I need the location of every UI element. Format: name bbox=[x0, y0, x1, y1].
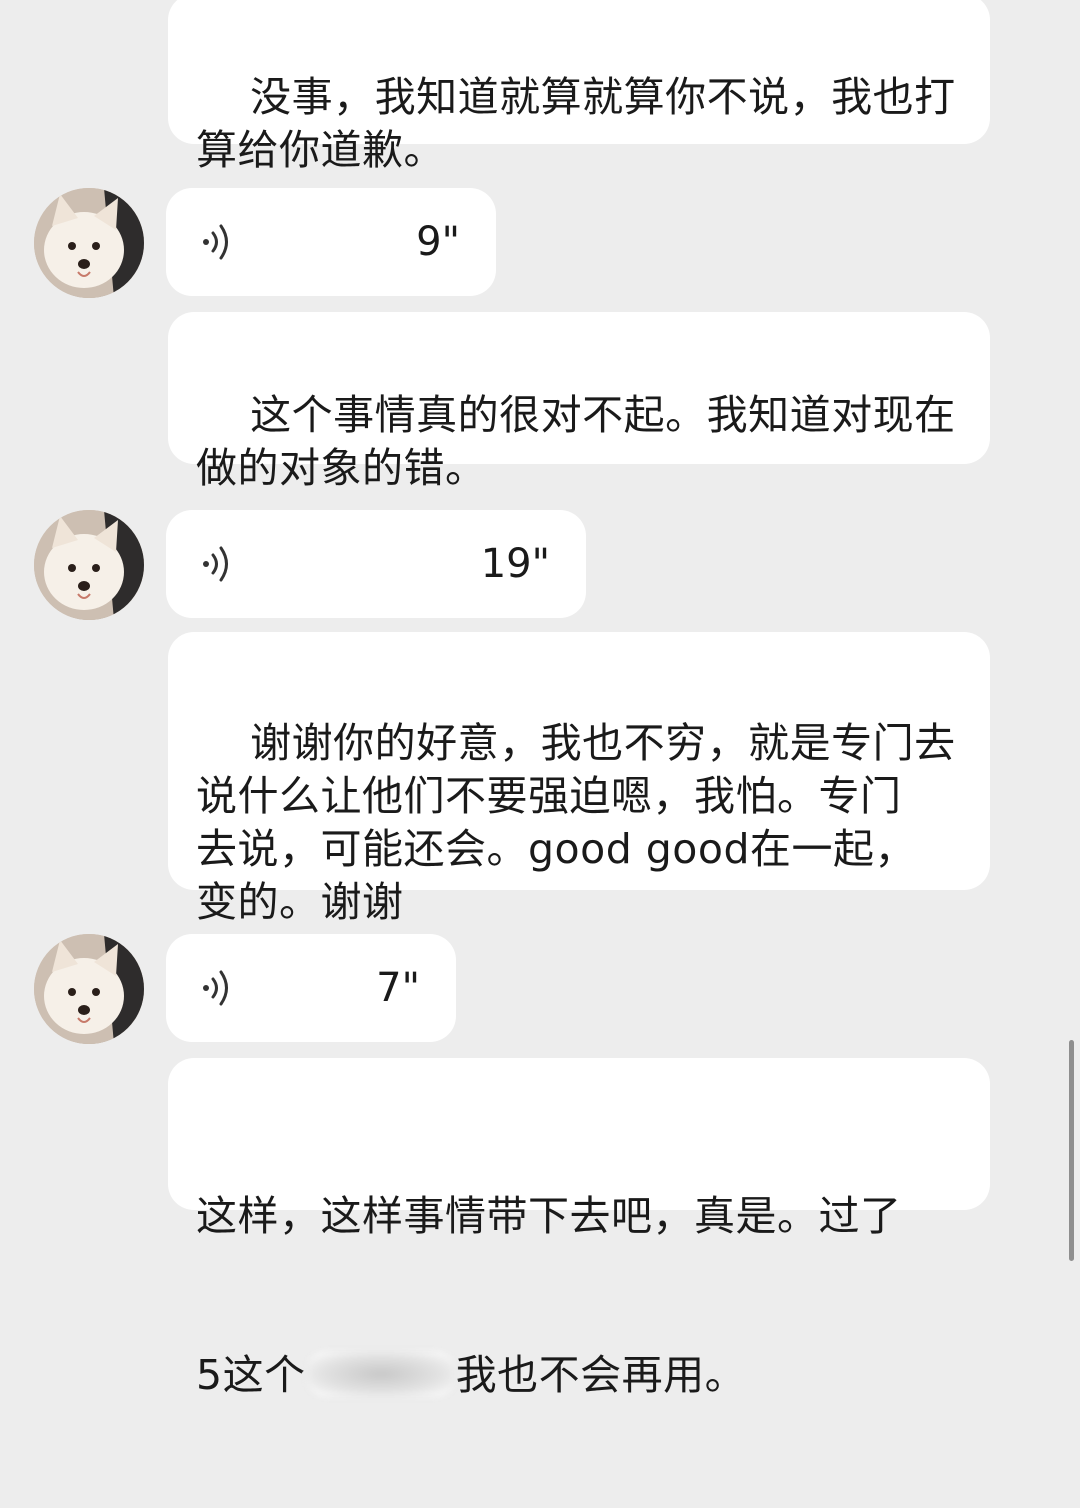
puppy-avatar-image bbox=[34, 934, 144, 1044]
scrollbar[interactable] bbox=[1069, 1040, 1074, 1261]
message-bubble-text[interactable]: 谢谢你的好意，我也不穷，就是专门去 说什么让他们不要强迫嗯，我怕。专门 去说，可… bbox=[168, 632, 990, 926]
message-text: 这个事情真的很对不起。我知道对现在 做的对象的错。 bbox=[196, 391, 956, 492]
message-text-fragment: 我也不会再用。 bbox=[455, 1351, 747, 1399]
voice-duration: 19" bbox=[480, 541, 550, 587]
voice-duration: 9" bbox=[416, 219, 460, 265]
avatar[interactable] bbox=[34, 188, 144, 298]
voice-duration: 7" bbox=[376, 965, 420, 1011]
message-text: 谢谢你的好意，我也不穷，就是专门去 说什么让他们不要强迫嗯，我怕。专门 去说，可… bbox=[196, 719, 956, 926]
voice-wave-icon bbox=[203, 224, 228, 260]
message-text: 没事，我知道就算就算你不说，我也打 算给你道歉。 bbox=[196, 73, 956, 174]
message-text-fragment: 5这个 bbox=[196, 1351, 306, 1399]
voice-wave-icon bbox=[203, 546, 228, 582]
message-text-line: 5这个 我也不会再用。 bbox=[196, 1349, 962, 1402]
message-bubble-text[interactable]: 这个事情真的很对不起。我知道对现在 做的对象的错。 bbox=[168, 312, 990, 492]
voice-message-bubble[interactable]: 7" bbox=[166, 934, 456, 1042]
message-bubble-text[interactable]: 没事，我知道就算就算你不说，我也打 算给你道歉。 bbox=[168, 0, 990, 174]
avatar[interactable] bbox=[34, 934, 144, 1044]
message-bubble-text[interactable]: 这样，这样事情带下去吧，真是。过了 5这个 我也不会再用。 bbox=[168, 1058, 990, 1399]
puppy-avatar-image bbox=[34, 188, 144, 298]
voice-wave-icon bbox=[203, 970, 228, 1006]
blurred-redaction bbox=[305, 1351, 456, 1397]
voice-message-bubble[interactable]: 19" bbox=[166, 510, 586, 618]
message-text-line: 这样，这样事情带下去吧，真是。过了 bbox=[196, 1192, 902, 1240]
voice-message-bubble[interactable]: 9" bbox=[166, 188, 496, 296]
chat-area[interactable]: 没事，我知道就算就算你不说，我也打 算给你道歉。 9" 这个事情真的很对不起。我… bbox=[0, 0, 1080, 1399]
avatar[interactable] bbox=[34, 510, 144, 620]
puppy-avatar-image bbox=[34, 510, 144, 620]
